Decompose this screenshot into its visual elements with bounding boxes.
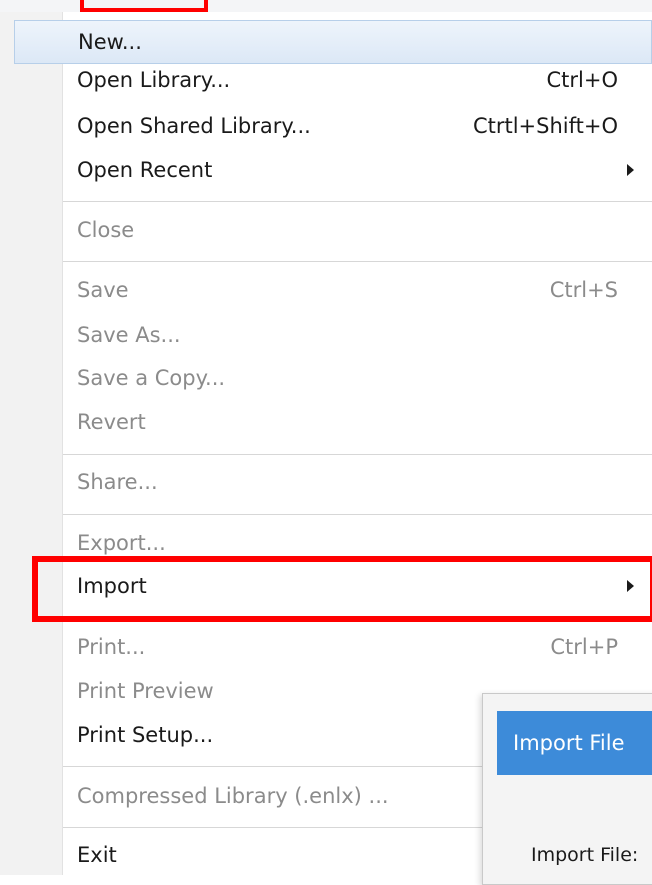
menu-item-share[interactable]: Share... [14, 460, 652, 504]
menu-item-open-library[interactable]: Open Library... Ctrl+O [14, 58, 652, 102]
highlight-box-file-menu [80, 0, 208, 12]
menu-item-label: Open Shared Library... [77, 114, 311, 138]
menu-separator [63, 201, 652, 202]
menu-item-label: New... [78, 30, 142, 54]
submenu-arrow-icon [627, 164, 634, 176]
menu-item-label: Print... [77, 635, 146, 659]
import-file-dialog: Import File Import File: [482, 693, 652, 885]
import-file-label: Import File: [531, 844, 639, 866]
menu-item-revert[interactable]: Revert [14, 400, 652, 444]
menu-item-label: Save [77, 278, 129, 302]
menu-item-shortcut: Ctrtl+Shift+O [472, 114, 618, 138]
menu-item-open-recent[interactable]: Open Recent [14, 148, 652, 192]
menu-item-label: Revert [77, 410, 146, 434]
menu-item-label: Print Setup... [77, 723, 214, 747]
menu-item-close[interactable]: Close [14, 208, 652, 252]
menu-item-label: Save As... [77, 323, 181, 347]
menu-item-open-shared-library[interactable]: Open Shared Library... Ctrtl+Shift+O [14, 104, 652, 148]
menu-item-label: Exit [77, 843, 117, 867]
menu-separator [63, 261, 652, 262]
menu-item-shortcut: Ctrl+S [549, 278, 618, 302]
menu-item-label: Print Preview [77, 679, 214, 703]
menu-item-label: Open Recent [77, 158, 213, 182]
menu-item-print[interactable]: Print... Ctrl+P [14, 625, 652, 669]
menu-item-label: Export... [77, 531, 166, 555]
dialog-titlebar[interactable]: Import File [497, 711, 652, 775]
menu-separator [63, 454, 652, 455]
highlight-box-import [32, 556, 652, 622]
menu-item-label: Compressed Library (.enlx) ... [77, 784, 389, 808]
menu-item-label: Save a Copy... [77, 366, 226, 390]
menu-item-label: Open Library... [77, 68, 231, 92]
menu-item-save-a-copy[interactable]: Save a Copy... [14, 356, 652, 400]
menu-item-label: Share... [77, 470, 158, 494]
menu-item-shortcut: Ctrl+O [546, 68, 619, 92]
menu-item-label: Close [77, 218, 135, 242]
dialog-title: Import File [513, 731, 625, 755]
menu-item-save-as[interactable]: Save As... [14, 313, 652, 357]
menu-separator [63, 514, 652, 515]
menu-item-save[interactable]: Save Ctrl+S [14, 268, 652, 312]
menu-item-shortcut: Ctrl+P [550, 635, 618, 659]
